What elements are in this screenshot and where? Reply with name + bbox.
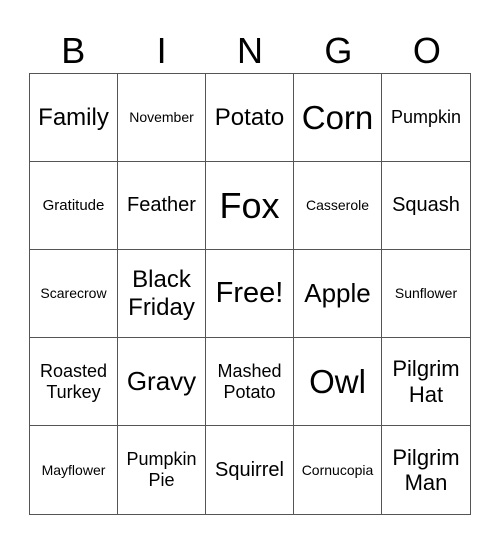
bingo-cell[interactable]: Squash — [382, 162, 470, 250]
bingo-cell-label: Sunflower — [394, 285, 458, 302]
bingo-cell[interactable]: Sunflower — [382, 250, 470, 338]
bingo-cell-label: November — [129, 109, 194, 126]
bingo-cell[interactable]: Fox — [206, 162, 294, 250]
bingo-cell-label: Owl — [309, 362, 366, 400]
bingo-cell-label: Free! — [215, 276, 284, 309]
bingo-cell[interactable]: Squirrel — [206, 426, 294, 514]
free-space-cell[interactable]: Free! — [206, 250, 294, 338]
bingo-cell[interactable]: Pilgrim Hat — [382, 338, 470, 426]
bingo-cell[interactable]: Scarecrow — [30, 250, 118, 338]
bingo-cell-label: Pumpkin — [390, 107, 462, 128]
bingo-cell[interactable]: November — [118, 74, 206, 162]
bingo-cell[interactable]: Potato — [206, 74, 294, 162]
bingo-cell-label: Pumpkin Pie — [126, 449, 197, 490]
bingo-cell-label: Pilgrim Man — [392, 444, 460, 495]
bingo-cell-label: Potato — [214, 103, 285, 131]
bingo-cell-label: Cornucopia — [301, 461, 374, 478]
bingo-cell-label: Casserole — [305, 197, 370, 214]
bingo-cell-label: Mashed Potato — [217, 360, 282, 402]
bingo-cell-label: Black Friday — [128, 265, 195, 321]
bingo-cell[interactable]: Owl — [294, 338, 382, 426]
bingo-cell[interactable]: Pumpkin Pie — [118, 426, 206, 514]
bingo-cell[interactable]: Feather — [118, 162, 206, 250]
bingo-cell-label: Feather — [127, 194, 196, 216]
header-letter-b: B — [61, 30, 86, 71]
bingo-cell[interactable]: Gravy — [118, 338, 206, 426]
bingo-cell[interactable]: Gratitude — [30, 162, 118, 250]
bingo-cell-label: Scarecrow — [40, 285, 107, 302]
bingo-cell[interactable]: Corn — [294, 74, 382, 162]
bingo-grid: Family November Potato Corn Pumpkin Gratitude… — [29, 73, 471, 515]
bingo-cell-label: Squirrel — [215, 458, 284, 481]
bingo-cell-label: Gratitude — [42, 196, 105, 214]
bingo-cell-label: Pilgrim Hat — [392, 356, 460, 407]
bingo-cell-label: Corn — [301, 98, 374, 136]
bingo-cell[interactable]: Mashed Potato — [206, 338, 294, 426]
bingo-cell[interactable]: Pilgrim Man — [382, 426, 470, 514]
bingo-cell-label: Mayflower — [41, 461, 106, 478]
bingo-cell[interactable]: Casserole — [294, 162, 382, 250]
header-letter-o: O — [412, 30, 441, 71]
bingo-cell[interactable]: Pumpkin — [382, 74, 470, 162]
bingo-cell-label: Apple — [304, 277, 371, 308]
bingo-cell-label: Family — [38, 103, 109, 131]
header-letter-n: N — [237, 30, 264, 71]
bingo-header: B I N G O — [29, 30, 471, 72]
bingo-cell-label: Roasted Turkey — [39, 360, 108, 402]
bingo-cell[interactable]: Mayflower — [30, 426, 118, 514]
bingo-cell-label: Fox — [219, 184, 280, 226]
bingo-cell-label: Squash — [392, 194, 460, 216]
header-letter-i: I — [156, 30, 167, 71]
bingo-cell[interactable]: Family — [30, 74, 118, 162]
header-letter-g: G — [324, 30, 353, 71]
bingo-cell[interactable]: Roasted Turkey — [30, 338, 118, 426]
bingo-cell-label: Gravy — [126, 365, 197, 396]
bingo-cell[interactable]: Black Friday — [118, 250, 206, 338]
bingo-cell[interactable]: Cornucopia — [294, 426, 382, 514]
bingo-cell[interactable]: Apple — [294, 250, 382, 338]
